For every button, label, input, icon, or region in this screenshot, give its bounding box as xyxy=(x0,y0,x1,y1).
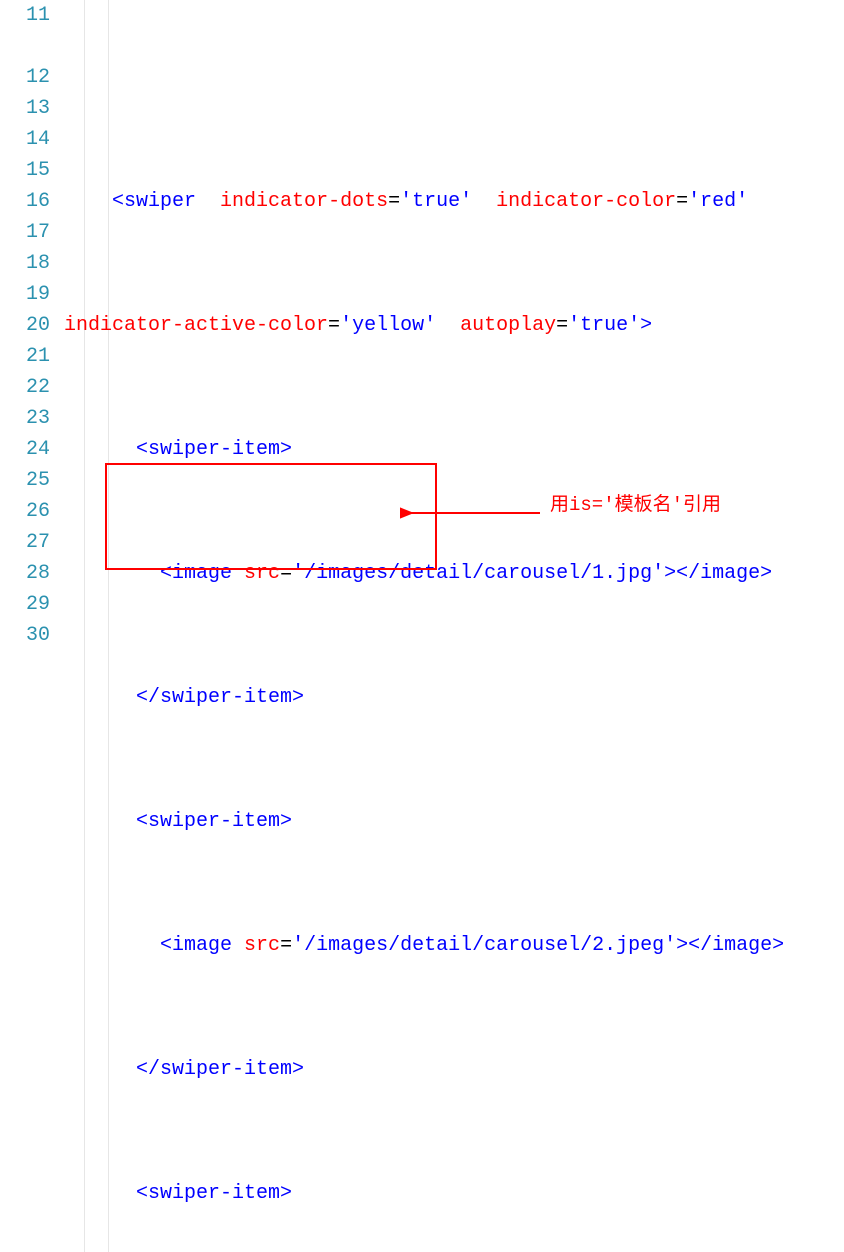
code-editor: 11 12 13 14 15 16 17 18 19 20 21 22 23 2… xyxy=(0,0,844,1252)
line-number: 23 xyxy=(0,403,50,434)
code-line[interactable]: <image src='/images/detail/carousel/1.jp… xyxy=(64,558,844,589)
line-number: 19 xyxy=(0,279,50,310)
line-number: 30 xyxy=(0,620,50,651)
code-line[interactable]: <image src='/images/detail/carousel/2.jp… xyxy=(64,930,844,961)
code-line[interactable]: <swiper indicator-dots='true' indicator-… xyxy=(64,186,844,217)
line-number: 18 xyxy=(0,248,50,279)
tag-swiper-open: <swiper xyxy=(112,186,196,217)
line-number: 16 xyxy=(0,186,50,217)
line-number: 14 xyxy=(0,124,50,155)
line-number: 13 xyxy=(0,93,50,124)
line-number: 22 xyxy=(0,372,50,403)
line-number: 28 xyxy=(0,558,50,589)
line-number: 26 xyxy=(0,496,50,527)
code-line[interactable]: indicator-active-color='yellow' autoplay… xyxy=(64,310,844,341)
line-number: 15 xyxy=(0,155,50,186)
code-line[interactable]: </swiper-item> xyxy=(64,682,844,713)
code-area[interactable]: <swiper indicator-dots='true' indicator-… xyxy=(64,0,844,1252)
line-number: 29 xyxy=(0,589,50,620)
line-gutter: 11 12 13 14 15 16 17 18 19 20 21 22 23 2… xyxy=(0,0,64,1252)
tag-swiper-item: <swiper-item> xyxy=(136,434,292,465)
code-line[interactable]: <swiper-item> xyxy=(64,806,844,837)
line-number-wrap xyxy=(0,31,50,62)
code-line[interactable]: <swiper-item> xyxy=(64,434,844,465)
line-number: 11 xyxy=(0,0,50,31)
tag-image: <image xyxy=(160,558,232,589)
line-number: 27 xyxy=(0,527,50,558)
line-number: 24 xyxy=(0,434,50,465)
code-line[interactable]: </swiper-item> xyxy=(64,1054,844,1085)
line-number: 17 xyxy=(0,217,50,248)
line-number: 12 xyxy=(0,62,50,93)
line-number: 20 xyxy=(0,310,50,341)
line-number: 21 xyxy=(0,341,50,372)
line-number: 25 xyxy=(0,465,50,496)
annotation-text: 用is='模板名'引用 xyxy=(550,490,721,521)
code-line[interactable]: <swiper-item> xyxy=(64,1178,844,1209)
